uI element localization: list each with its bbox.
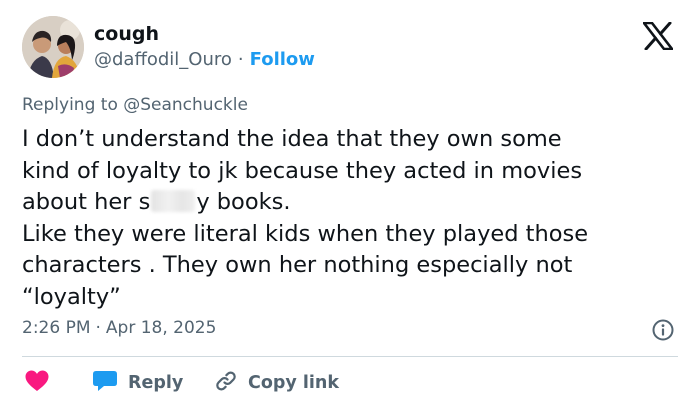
follow-button[interactable]: Follow: [250, 49, 315, 70]
heart-icon: [24, 369, 50, 397]
tweet-body: I don’t understand the idea that they ow…: [22, 124, 682, 313]
tweet-line: kind of loyalty to jk because they acted…: [22, 157, 583, 184]
tweet-line: characters . They own her nothing especi…: [22, 252, 573, 278]
speech-bubble-icon: [92, 369, 118, 397]
author-handle-row: @daffodil_Ouro · Follow: [94, 48, 315, 72]
x-logo-icon[interactable]: [642, 21, 674, 51]
reply-label: Reply: [128, 373, 184, 393]
tweet-time: 2:26 PM: [22, 318, 91, 338]
tweet-card: cough @daffodil_Ouro · Follow Replying to …: [0, 0, 700, 410]
tweet-line-fragment: y books.: [196, 189, 291, 215]
tweet-line: Like they were literal kids when they pl…: [22, 220, 589, 247]
reply-button[interactable]: Reply: [92, 368, 183, 398]
author-handle[interactable]: @daffodil_Ouro: [94, 49, 232, 70]
separator-dot: ·: [237, 49, 244, 70]
info-circle-icon[interactable]: [651, 318, 675, 342]
avatar[interactable]: [22, 16, 84, 78]
censored-word-blur: [151, 190, 196, 212]
separator-dot: ·: [95, 318, 101, 338]
divider: [22, 356, 678, 357]
tweet-timestamp[interactable]: 2:26 PM · Apr 18, 2025: [22, 317, 216, 339]
avatar-illustration: [22, 16, 84, 78]
tweet-line: “loyalty”: [22, 283, 121, 310]
replying-to-context: Replying to @Seanchuckle: [22, 95, 248, 115]
tweet-line: I don’t understand the idea that they ow…: [22, 126, 562, 152]
author-display-name[interactable]: cough: [94, 22, 159, 46]
action-bar: Reply Copy link: [22, 368, 678, 398]
tweet-line: about her s y books.: [22, 187, 682, 219]
link-icon: [214, 369, 238, 397]
tweet-date: Apr 18, 2025: [105, 318, 217, 338]
copy-link-label: Copy link: [248, 373, 339, 393]
tweet-line-fragment: about her s: [22, 189, 151, 215]
copy-link-button[interactable]: Copy link: [214, 368, 339, 398]
like-button[interactable]: [24, 368, 50, 398]
